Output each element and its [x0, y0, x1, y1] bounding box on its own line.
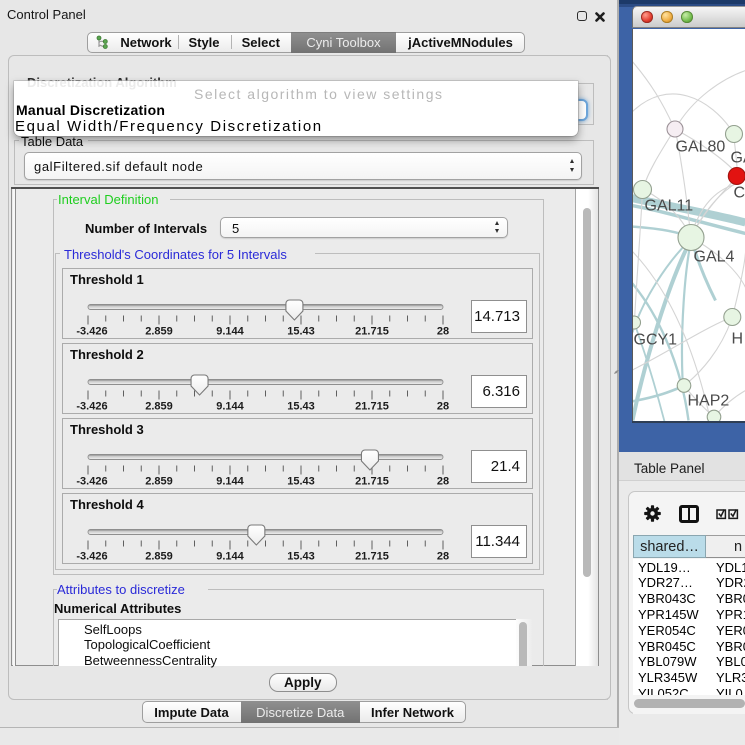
svg-text:GAL11: GAL11: [644, 197, 693, 214]
svg-text:GA: GA: [730, 149, 745, 166]
svg-text:C: C: [733, 184, 745, 201]
svg-text:21.715: 21.715: [355, 551, 389, 563]
svg-text:21.715: 21.715: [355, 401, 389, 413]
svg-text:GCY1: GCY1: [633, 331, 677, 348]
svg-text:28: 28: [437, 401, 449, 413]
svg-text:15.43: 15.43: [287, 476, 315, 488]
svg-text:28: 28: [437, 326, 449, 338]
svg-text:2.859: 2.859: [145, 401, 173, 413]
svg-text:2.859: 2.859: [145, 551, 173, 563]
svg-text:28: 28: [437, 476, 449, 488]
svg-text:-3.426: -3.426: [76, 401, 107, 413]
svg-text:2.859: 2.859: [145, 476, 173, 488]
svg-text:9.144: 9.144: [216, 401, 244, 413]
svg-text:H: H: [731, 330, 743, 347]
svg-text:9.144: 9.144: [216, 551, 244, 563]
svg-text:HAP2: HAP2: [687, 392, 729, 409]
svg-text:15.43: 15.43: [287, 401, 315, 413]
svg-text:GAL4: GAL4: [693, 248, 734, 265]
svg-text:21.715: 21.715: [355, 326, 389, 338]
svg-text:9.144: 9.144: [216, 326, 244, 338]
svg-text:21.715: 21.715: [355, 476, 389, 488]
svg-text:-3.426: -3.426: [76, 551, 107, 563]
svg-text:-3.426: -3.426: [76, 326, 107, 338]
svg-text:GAL80: GAL80: [675, 138, 725, 155]
svg-text:2.859: 2.859: [145, 326, 173, 338]
svg-text:28: 28: [437, 551, 449, 563]
svg-text:-3.426: -3.426: [76, 476, 107, 488]
svg-text:9.144: 9.144: [216, 476, 244, 488]
svg-text:15.43: 15.43: [287, 551, 315, 563]
svg-text:15.43: 15.43: [287, 326, 315, 338]
